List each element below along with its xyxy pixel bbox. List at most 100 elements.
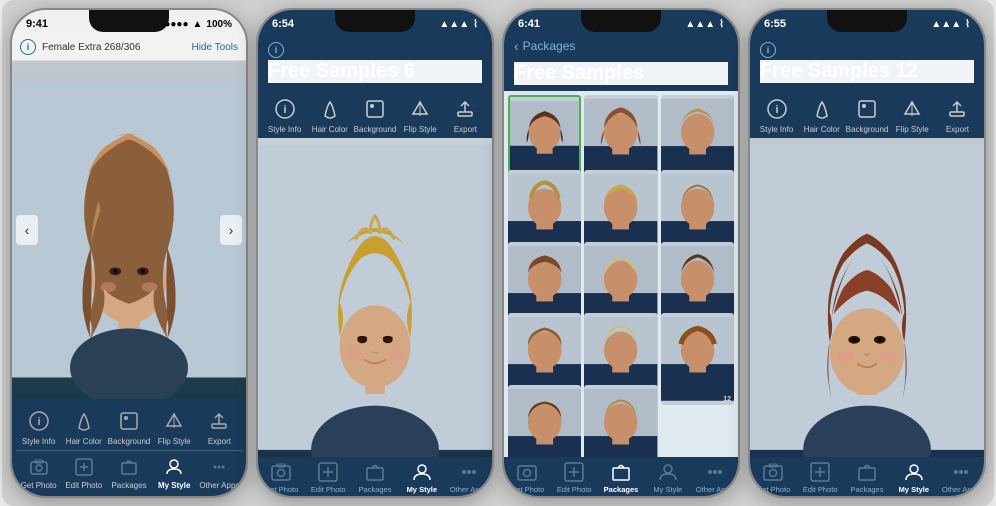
background-label-2: Background bbox=[354, 125, 397, 134]
toolbar-background-2[interactable]: Background bbox=[352, 95, 397, 134]
title-2: Free Samples 6 bbox=[268, 60, 482, 83]
background-icon-2 bbox=[361, 95, 389, 123]
tab-get-photo-1[interactable]: Get Photo bbox=[16, 455, 61, 490]
toolbar-hair-color[interactable]: Hair Color bbox=[61, 407, 106, 446]
my-style-icon-2 bbox=[411, 461, 433, 483]
flip-style-label-2: Flip Style bbox=[404, 125, 437, 134]
other-apps-label-1: Other Apps bbox=[199, 481, 239, 490]
time-4: 6:55 bbox=[764, 18, 786, 30]
got-photo-tab-label-3: Got Photo bbox=[511, 485, 545, 494]
toolbar-style-info[interactable]: i Style Info bbox=[16, 407, 61, 446]
export-label: Export bbox=[208, 437, 231, 446]
hair-color-label: Hair Color bbox=[66, 437, 102, 446]
tab-edit-photo-4[interactable]: Edit Photo bbox=[797, 461, 844, 494]
background-label: Background bbox=[108, 437, 151, 446]
other-apps-tab-label-4: Other Apps bbox=[942, 485, 980, 494]
tab-got-photo-3[interactable]: Got Photo bbox=[504, 461, 551, 494]
tab-packages-2[interactable]: Packages bbox=[352, 461, 399, 494]
grid-item-14[interactable]: 14 bbox=[584, 385, 657, 457]
signal-2: ▲▲▲ bbox=[439, 19, 469, 30]
nav-arrow-left[interactable]: ‹ bbox=[16, 215, 38, 245]
tab-packages-3[interactable]: Packages bbox=[598, 461, 645, 494]
tab-other-apps-4[interactable]: Other Apps bbox=[937, 461, 984, 494]
main-photo-2 bbox=[258, 138, 492, 457]
title-3: Free Samples bbox=[514, 62, 728, 85]
grid-item-12[interactable]: 12 bbox=[661, 313, 734, 405]
tab-edit-photo-1[interactable]: Edit Photo bbox=[61, 455, 106, 490]
tab-get-photo-2[interactable]: Get Photo bbox=[258, 461, 305, 494]
bottom-tab-row-1: Get Photo Edit Photo Packages bbox=[16, 453, 242, 492]
flip-style-icon bbox=[160, 407, 188, 435]
tab-my-style-1[interactable]: My Style bbox=[152, 455, 197, 490]
tab-other-apps-3[interactable]: Other Apps bbox=[691, 461, 738, 494]
other-apps-icon-4 bbox=[950, 461, 972, 483]
toolbar-style-info-4[interactable]: i Style Info bbox=[754, 95, 799, 134]
get-photo-icon-4 bbox=[762, 461, 784, 483]
phone-screen-2: 6:54 ▲▲▲ ⌇ i Free Samples 6 i Style Info bbox=[256, 8, 494, 498]
top-toolbar-4: i Style Info Hair Color Background bbox=[750, 89, 984, 138]
toolbar-background-4[interactable]: Background bbox=[844, 95, 889, 134]
toolbar-export[interactable]: Export bbox=[197, 407, 242, 446]
my-style-icon bbox=[162, 455, 186, 479]
toolbar-export-4[interactable]: Export bbox=[935, 95, 980, 134]
top-bar-1: i Female Extra 268/306 Hide Tools bbox=[12, 34, 246, 61]
flip-style-icon-4 bbox=[898, 95, 926, 123]
tab-edit-photo-3[interactable]: Edit Photo bbox=[551, 461, 598, 494]
grid-num-12: 12 bbox=[723, 396, 731, 403]
my-style-tab-label-3: My Style bbox=[653, 485, 682, 494]
tab-other-apps-2[interactable]: Other Apps bbox=[445, 461, 492, 494]
got-photo-icon-3 bbox=[516, 461, 538, 483]
status-icons-3: ▲▲▲ ⌇ bbox=[685, 19, 724, 30]
woman-svg-1 bbox=[12, 61, 246, 399]
toolbar-background[interactable]: Background bbox=[106, 407, 151, 446]
back-chevron: ‹ bbox=[514, 38, 519, 54]
wifi-3: ⌇ bbox=[719, 19, 724, 30]
hair-color-label-2: Hair Color bbox=[312, 125, 348, 134]
phone-screen-4: 6:55 ▲▲▲ ⌇ i Free Samples 12 i Style Inf… bbox=[748, 8, 986, 498]
tab-my-style-3[interactable]: My Style bbox=[644, 461, 691, 494]
nav-arrow-right[interactable]: › bbox=[220, 215, 242, 245]
hide-tools-btn[interactable]: Hide Tools bbox=[191, 42, 238, 53]
woman-svg-2 bbox=[258, 138, 492, 457]
flip-style-icon-2 bbox=[406, 95, 434, 123]
info-icon-4[interactable]: i bbox=[760, 42, 776, 58]
packages-icon-3 bbox=[610, 461, 632, 483]
toolbar-export-2[interactable]: Export bbox=[443, 95, 488, 134]
background-label-4: Background bbox=[846, 125, 889, 134]
main-photo-1: ‹ › bbox=[12, 61, 246, 399]
tab-packages-4[interactable]: Packages bbox=[844, 461, 891, 494]
tab-edit-photo-2[interactable]: Edit Photo bbox=[305, 461, 352, 494]
edit-photo-icon-3 bbox=[563, 461, 585, 483]
toolbar-flip-style-2[interactable]: Flip Style bbox=[398, 95, 443, 134]
export-icon bbox=[205, 407, 233, 435]
info-icon-2[interactable]: i bbox=[268, 42, 284, 58]
export-icon-2 bbox=[451, 95, 479, 123]
wifi-4: ⌇ bbox=[965, 19, 970, 30]
edit-photo-label-1: Edit Photo bbox=[65, 481, 102, 490]
back-nav-3[interactable]: ‹ Packages bbox=[504, 34, 738, 58]
signal-4: ▲▲▲ bbox=[931, 19, 961, 30]
tab-packages-1[interactable]: Packages bbox=[106, 455, 151, 490]
toolbar-style-info-2[interactable]: i Style Info bbox=[262, 95, 307, 134]
svg-text:i: i bbox=[37, 416, 40, 428]
hair-color-icon-4 bbox=[808, 95, 836, 123]
get-photo-tab-label-2: Get Photo bbox=[265, 485, 299, 494]
phone-screen-3: 6:41 ▲▲▲ ⌇ ‹ Packages Free Samples bbox=[502, 8, 740, 498]
tab-get-photo-4[interactable]: Get Photo bbox=[750, 461, 797, 494]
packages-tab-label-2: Packages bbox=[359, 485, 392, 494]
hair-color-icon-2 bbox=[316, 95, 344, 123]
tab-my-style-4[interactable]: My Style bbox=[890, 461, 937, 494]
toolbar-flip-style-4[interactable]: Flip Style bbox=[890, 95, 935, 134]
info-icon-1[interactable]: i bbox=[20, 39, 36, 55]
tab-my-style-2[interactable]: My Style bbox=[398, 461, 445, 494]
background-icon-4 bbox=[853, 95, 881, 123]
toolbar-flip-style[interactable]: Flip Style bbox=[152, 407, 197, 446]
woman-photo-1: ‹ › bbox=[12, 61, 246, 399]
packages-icon-2 bbox=[364, 461, 386, 483]
grid-item-13[interactable]: 13 bbox=[508, 385, 581, 457]
phone-screen-1: 9:41 ●●●● ▲ 100% i Female Extra 268/306 … bbox=[10, 8, 248, 498]
toolbar-hair-color-4[interactable]: Hair Color bbox=[799, 95, 844, 134]
toolbar-hair-color-2[interactable]: Hair Color bbox=[307, 95, 352, 134]
tab-other-apps-1[interactable]: Other Apps bbox=[197, 455, 242, 490]
bottom-tabs-2: Get Photo Edit Photo Packages My Style bbox=[258, 457, 492, 496]
